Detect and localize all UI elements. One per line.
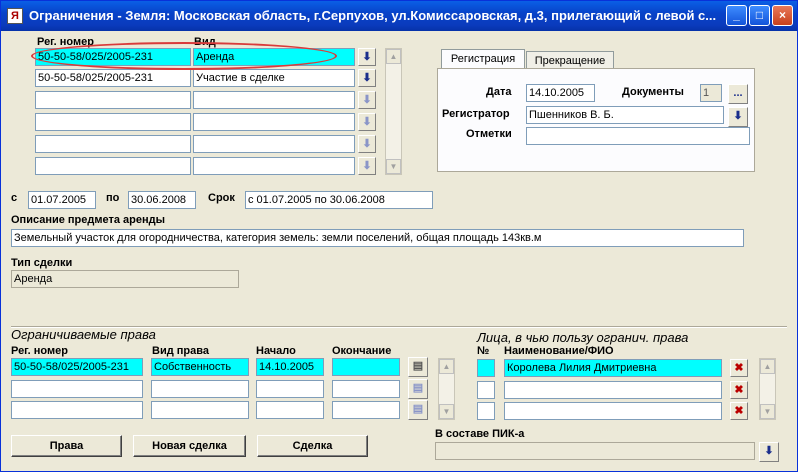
dropdown-arrow-icon[interactable]: ⬇ [358,69,376,87]
rights-col-start-header: Начало [256,345,296,357]
delete-icon[interactable]: ✖ [730,402,748,420]
col-reg-header: Рег. номер [37,36,94,48]
restriction-type-field[interactable] [193,135,355,153]
description-field[interactable]: Земельный участок для огородничества, ка… [11,229,744,247]
scroll-up-icon[interactable]: ▲ [439,359,454,374]
col-type-header: Вид [194,36,216,48]
right-start-field[interactable] [256,380,324,398]
dropdown-arrow-icon[interactable]: ⬇ [358,113,376,131]
right-type-field[interactable]: Собственность [151,358,249,376]
term-field[interactable]: с 01.07.2005 по 30.06.2008 [245,191,433,209]
notes-label: Отметки [466,128,512,140]
beneficiaries-scrollbar[interactable]: ▲ ▼ [759,358,776,420]
registration-panel: Дата 14.10.2005 Документы 1 ... Регистра… [437,68,755,172]
beneficiaries-title: Лица, в чью пользу огранич. права [477,330,689,345]
document-icon[interactable]: ▤ [408,400,428,420]
minimize-button[interactable]: _ [726,5,747,26]
right-reg-field[interactable] [11,401,143,419]
beneficiary-num-field[interactable] [477,402,495,420]
notes-field[interactable] [526,127,750,145]
restricted-rights-title: Ограничиваемые права [11,327,156,342]
rights-col-reg-header: Рег. номер [11,345,68,357]
description-label: Описание предмета аренды [11,214,166,226]
app-icon[interactable]: Я [7,8,23,24]
dropdown-arrow-icon[interactable]: ⬇ [358,157,376,175]
deal-type-field: Аренда [11,270,239,288]
registrar-dropdown-icon[interactable]: ⬇ [728,107,748,127]
date-label: Дата [486,86,512,98]
deal-button[interactable]: Сделка [257,435,368,457]
rights-col-type-header: Вид права [152,345,209,357]
restriction-type-field[interactable] [193,113,355,131]
restriction-reg-field[interactable]: 50-50-58/025/2005-231 [35,69,191,87]
rights-scrollbar[interactable]: ▲ ▼ [438,358,455,420]
pik-label: В составе ПИК-а [435,428,525,440]
right-end-field[interactable] [332,401,400,419]
document-icon[interactable]: ▤ [408,379,428,399]
restrictions-scrollbar[interactable]: ▲ ▼ [385,48,402,175]
right-type-field[interactable] [151,380,249,398]
scroll-up-icon[interactable]: ▲ [386,49,401,64]
restriction-reg-field[interactable] [35,113,191,131]
term-label: Срок [208,192,235,204]
new-deal-button[interactable]: Новая сделка [133,435,246,457]
deal-type-label: Тип сделки [11,257,73,269]
title-bar: Я Ограничения - Земля: Московская област… [1,1,797,31]
rights-col-end-header: Окончание [332,345,392,357]
main-window: Я Ограничения - Земля: Московская област… [0,0,798,472]
beneficiaries-col-name-header: Наименование/ФИО [504,345,614,357]
pik-dropdown-icon[interactable]: ⬇ [759,442,779,462]
beneficiary-name-field[interactable]: Королева Лилия Дмитриевна [504,359,722,377]
right-start-field[interactable] [256,401,324,419]
right-reg-field[interactable]: 50-50-58/025/2005-231 [11,358,143,376]
to-date-field[interactable]: 30.06.2008 [128,191,196,209]
restriction-reg-field[interactable] [35,91,191,109]
restriction-reg-field[interactable]: 50-50-58/025/2005-231 [35,48,191,66]
scroll-down-icon[interactable]: ▼ [439,404,454,419]
from-date-field[interactable]: 01.07.2005 [28,191,96,209]
restriction-type-field[interactable]: Аренда [193,48,355,66]
registrar-field[interactable]: Пшенников В. Б. [526,106,724,124]
dropdown-arrow-icon[interactable]: ⬇ [358,135,376,153]
window-title: Ограничения - Земля: Московская область,… [29,8,717,23]
restriction-type-field[interactable] [193,157,355,175]
documents-label: Документы [622,86,684,98]
rights-button[interactable]: Права [11,435,122,457]
right-end-field[interactable] [332,358,400,376]
dropdown-arrow-icon[interactable]: ⬇ [358,48,376,66]
restriction-reg-field[interactable] [35,135,191,153]
restriction-type-field[interactable]: Участие в сделке [193,69,355,87]
beneficiary-num-field[interactable] [477,359,495,377]
beneficiary-num-field[interactable] [477,381,495,399]
right-end-field[interactable] [332,380,400,398]
beneficiaries-col-num-header: № [477,345,490,357]
tab-registration[interactable]: Регистрация [441,49,525,69]
documents-browse-button[interactable]: ... [728,84,748,104]
delete-icon[interactable]: ✖ [730,359,748,377]
beneficiary-name-field[interactable] [504,381,722,399]
dropdown-arrow-icon[interactable]: ⬇ [358,91,376,109]
tab-termination[interactable]: Прекращение [526,51,614,69]
right-type-field[interactable] [151,401,249,419]
document-icon[interactable]: ▤ [408,357,428,377]
scroll-down-icon[interactable]: ▼ [760,404,775,419]
delete-icon[interactable]: ✖ [730,381,748,399]
restriction-reg-field[interactable] [35,157,191,175]
to-label: по [106,192,120,204]
beneficiary-name-field[interactable] [504,402,722,420]
registrar-label: Регистратор [442,108,510,120]
right-start-field[interactable]: 14.10.2005 [256,358,324,376]
restriction-type-field[interactable] [193,91,355,109]
close-button[interactable]: × [772,5,793,26]
date-field[interactable]: 14.10.2005 [526,84,595,102]
documents-count: 1 [700,84,722,102]
scroll-down-icon[interactable]: ▼ [386,159,401,174]
from-label: с [11,192,18,204]
scroll-up-icon[interactable]: ▲ [760,359,775,374]
right-reg-field[interactable] [11,380,143,398]
pik-field [435,442,755,460]
maximize-button[interactable]: □ [749,5,770,26]
